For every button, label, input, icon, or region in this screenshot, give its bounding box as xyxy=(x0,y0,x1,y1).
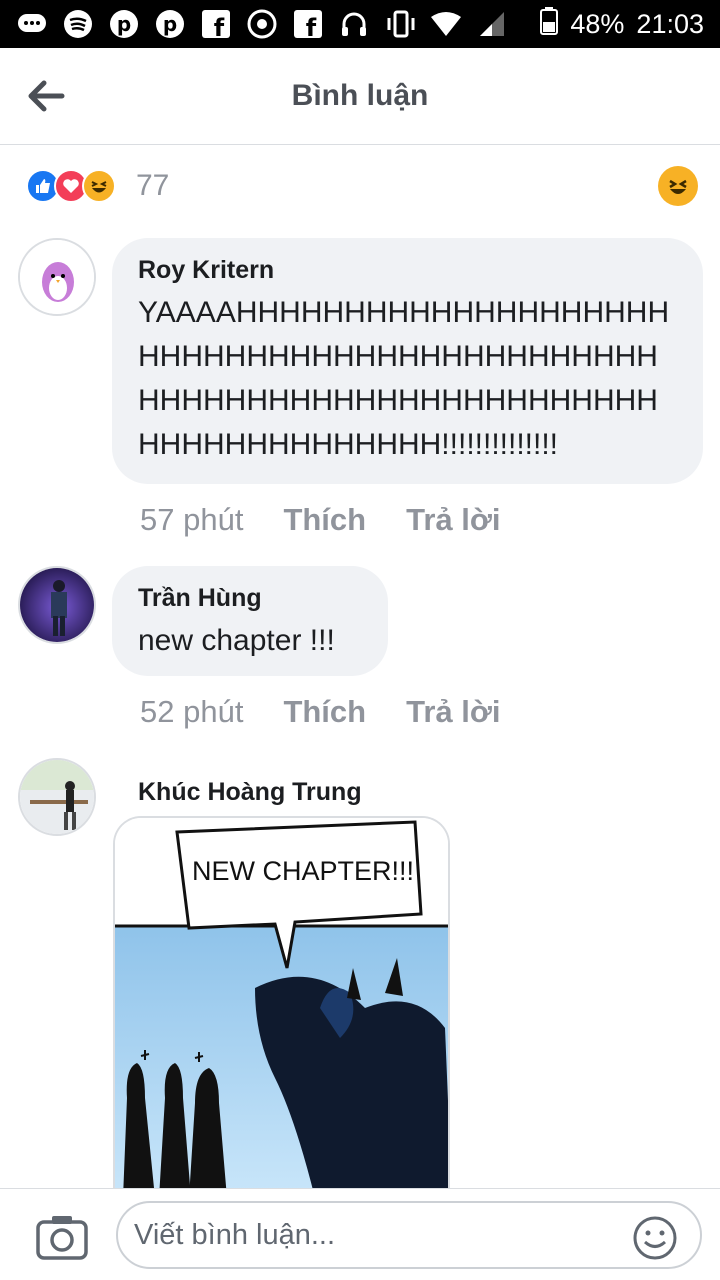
like-button[interactable]: Thích xyxy=(283,694,366,730)
headphones-icon xyxy=(338,8,370,40)
signal-icon xyxy=(476,8,508,40)
chrome-icon xyxy=(246,8,278,40)
status-bar: p p f f 48% 21:03 xyxy=(0,0,720,48)
svg-text:f: f xyxy=(214,14,225,38)
comment-meta: 52 phút Thích Trả lời xyxy=(140,694,501,730)
reaction-count: 77 xyxy=(136,169,170,202)
back-arrow-icon[interactable] xyxy=(26,78,66,114)
comment-input[interactable]: Viết bình luận... xyxy=(116,1201,702,1269)
emoji-icon[interactable] xyxy=(632,1215,678,1261)
vibrate-icon xyxy=(384,8,416,40)
reaction-picker-haha-icon[interactable] xyxy=(658,166,698,206)
battery-icon xyxy=(540,6,559,42)
clock: 21:03 xyxy=(636,8,704,39)
avatar[interactable] xyxy=(18,758,96,836)
comment-author[interactable]: Trần Hùng xyxy=(138,584,362,613)
messages-icon xyxy=(16,8,48,40)
comment-input-placeholder: Viết bình luận... xyxy=(134,1218,336,1251)
haha-reaction-icon xyxy=(82,169,116,203)
comment-meta: 57 phút Thích Trả lời xyxy=(140,502,501,538)
comment-image[interactable]: NEW CHAPTER!!! xyxy=(113,816,450,1196)
spotify-icon xyxy=(62,8,94,40)
comment-author[interactable]: Roy Kritern xyxy=(138,256,677,285)
camera-icon[interactable] xyxy=(36,1214,88,1260)
comment-text: new chapter !!! xyxy=(138,624,335,657)
reply-button[interactable]: Trả lời xyxy=(406,694,500,730)
comment-bubble[interactable]: Roy Kritern YAAAAHHHHHHHHHHHHHHHHHHHHHHH… xyxy=(112,238,703,484)
comment-composer: Viết bình luận... xyxy=(0,1188,720,1280)
reactions-bar[interactable]: 77 xyxy=(26,160,698,212)
comment-bubble[interactable]: Trần Hùng new chapter !!! xyxy=(112,566,388,676)
pinterest-icon-2: p xyxy=(154,8,186,40)
battery-level: 48% xyxy=(570,8,625,39)
avatar[interactable] xyxy=(18,566,96,644)
svg-text:p: p xyxy=(163,12,177,36)
facebook-icon-2: f xyxy=(292,8,324,40)
like-button[interactable]: Thích xyxy=(283,502,366,538)
status-right: 48% 21:03 xyxy=(540,6,704,42)
pinterest-icon: p xyxy=(108,8,140,40)
notification-icons: p p f f xyxy=(16,8,508,40)
reply-button[interactable]: Trả lời xyxy=(406,502,500,538)
facebook-icon: f xyxy=(200,8,232,40)
header: Bình luận xyxy=(0,48,720,145)
comment-time: 52 phút xyxy=(140,694,244,729)
svg-text:f: f xyxy=(306,14,317,38)
comment-time: 57 phút xyxy=(140,502,244,537)
wifi-icon xyxy=(430,8,462,40)
comment-text: YAAAAHHHHHHHHHHHHHHHHHHHHHHHHHHHHHHHHHHH… xyxy=(138,296,670,461)
avatar[interactable] xyxy=(18,238,96,316)
speech-bubble-text: NEW CHAPTER!!! xyxy=(192,856,414,886)
svg-text:p: p xyxy=(117,12,131,36)
page-title: Bình luận xyxy=(291,79,429,112)
comment-author[interactable]: Khúc Hoàng Trung xyxy=(138,778,362,807)
